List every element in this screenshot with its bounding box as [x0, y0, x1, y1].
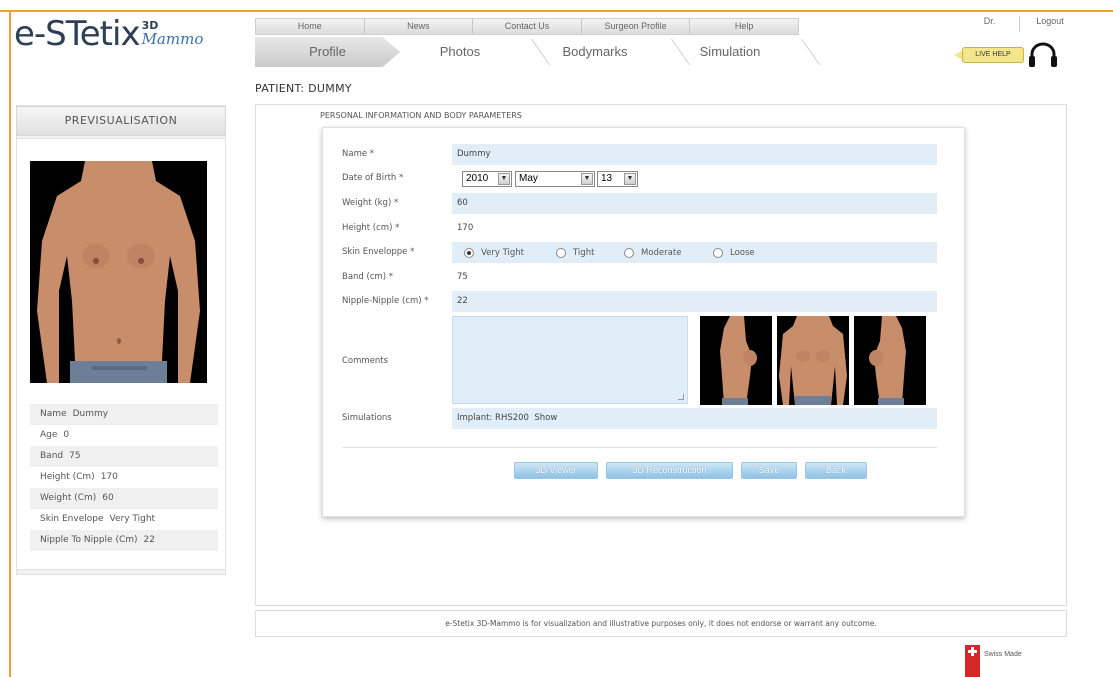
comments-textarea[interactable]: [452, 316, 688, 404]
summary-row-name: Name Dummy: [30, 404, 218, 425]
dob-year-select[interactable]: 2010 ▼: [462, 171, 512, 187]
dob-month-value: May: [519, 173, 538, 184]
dob-month-select[interactable]: May ▼: [515, 171, 595, 187]
radio-icon: [713, 247, 723, 258]
tab-profile-label: Profile: [309, 44, 346, 59]
user-name-link[interactable]: Dr.: [960, 16, 1020, 32]
nav-surgeon-profile-link[interactable]: Surgeon Profile: [582, 19, 691, 34]
form-row-simulations: Simulations Implant: RHS200 Show: [342, 408, 937, 429]
dob-day-value: 13: [601, 173, 613, 184]
live-help-label: LIVE HELP: [962, 47, 1024, 63]
radio-icon: [464, 247, 474, 258]
patient-front-photo-thumb: [777, 316, 849, 405]
implant-text: Implant: RHS200: [457, 413, 529, 423]
band-label: Band (cm) *: [342, 272, 394, 282]
patient-side-photo-left: [700, 316, 772, 405]
summary-row-height: Height (Cm) 170: [40, 472, 118, 482]
form-row-dob: Date of Birth * 2010 ▼ May ▼ 13 ▼: [342, 168, 937, 189]
nav-news-link[interactable]: News: [365, 19, 474, 34]
step-tabs: Profile Photos Bodymarks Simulation: [255, 37, 821, 67]
swiss-flag-icon: [965, 645, 980, 677]
summary-row-skin-envelope: Skin Envelope Very Tight: [40, 514, 156, 524]
nipple-label: Nipple-Nipple (cm) *: [342, 296, 429, 306]
skin-radio-group: [452, 242, 937, 263]
patient-summary: Name Dummy Age 0 Band 75 Height (Cm) 170 Wei…: [30, 404, 218, 551]
form-row-band: Band (cm) * 75: [342, 267, 937, 288]
save-button[interactable]: Save: [741, 462, 797, 479]
radio-icon: [556, 247, 566, 258]
disclaimer-footer: e-Stetix 3D-Mammo is for visualization a…: [255, 610, 1067, 637]
form-row-name: Name * Dummy: [342, 144, 937, 165]
tab-photos[interactable]: Photos: [395, 37, 525, 67]
band-field[interactable]: 75: [452, 267, 937, 288]
logout-link[interactable]: Logout: [1020, 16, 1080, 32]
summary-row-weight: Weight (Cm) 60: [30, 488, 218, 509]
patient-front-photo: [30, 161, 207, 383]
dob-year-value: 2010: [466, 173, 489, 184]
app-logo[interactable]: e-STetix 3D Mammo: [14, 16, 203, 56]
dob-label: Date of Birth *: [342, 173, 404, 183]
height-label: Height (cm) *: [342, 223, 400, 233]
show-simulation-link[interactable]: Show: [534, 413, 557, 423]
live-help-button[interactable]: LIVE HELP: [950, 42, 1070, 68]
height-field[interactable]: 170: [452, 218, 937, 239]
preview-heading: PREVISUALISATION: [16, 106, 226, 136]
user-menu: Dr. Logout: [960, 16, 1090, 32]
swiss-made-label: Swiss Made: [984, 651, 1022, 658]
left-border: [9, 10, 11, 677]
comments-label: Comments: [342, 356, 389, 366]
summary-row-nipple: Nipple To Nipple (Cm) 22: [30, 530, 218, 551]
patient-side-photo-right: [854, 316, 926, 405]
name-label: Name *: [342, 149, 375, 159]
tab-simulation-label: Simulation: [699, 44, 761, 59]
resize-grip-icon[interactable]: [678, 394, 684, 400]
headphones-icon: [1029, 42, 1057, 67]
logo-wordmark: e-STetix: [14, 14, 141, 54]
summary-row-age: Age 0: [40, 430, 70, 440]
section-title: PERSONAL INFORMATION AND BODY PARAMETERS: [320, 111, 522, 120]
nav-help-link[interactable]: Help: [690, 19, 798, 34]
weight-field[interactable]: 60: [452, 193, 937, 214]
form-row-nipple: Nipple-Nipple (cm) * 22: [342, 291, 937, 312]
weight-label: Weight (kg) *: [342, 198, 399, 208]
logo-mammo-label: Mammo: [141, 30, 204, 48]
nipple-field[interactable]: 22: [452, 291, 937, 312]
chevron-down-icon: ▼: [581, 173, 593, 185]
name-field[interactable]: Dummy: [452, 144, 937, 165]
swiss-made-badge: Swiss Made: [965, 645, 1022, 677]
tab-bodymarks-label: Bodymarks: [562, 44, 628, 59]
tab-simulation[interactable]: Simulation: [665, 37, 795, 67]
simulations-value: Implant: RHS200 Show: [452, 408, 937, 429]
form-row-height: Height (cm) * 170: [342, 218, 937, 239]
3d-reconstruction-button[interactable]: 3D Reconstruction: [606, 462, 733, 479]
skin-label: Skin Enveloppe *: [342, 247, 415, 257]
chevron-down-icon: ▼: [498, 173, 510, 185]
page-title: PATIENT: DUMMY: [255, 82, 352, 95]
nav-home-link[interactable]: Home: [256, 19, 365, 34]
top-nav: Home News Contact Us Surgeon Profile Hel…: [255, 18, 799, 35]
form-divider: [342, 447, 937, 448]
skin-option-moderate[interactable]: Moderate: [624, 242, 681, 263]
chevron-down-icon: ▼: [624, 173, 636, 185]
dob-day-select[interactable]: 13 ▼: [597, 171, 638, 187]
form-row-skin: Skin Enveloppe * Very Tight Tight Modera…: [342, 242, 937, 263]
tab-profile[interactable]: Profile: [255, 37, 400, 67]
header-border: [0, 10, 1113, 12]
tab-bodymarks[interactable]: Bodymarks: [525, 37, 665, 67]
nav-contact-link[interactable]: Contact Us: [473, 19, 582, 34]
skin-option-loose[interactable]: Loose: [713, 242, 755, 263]
tab-photos-label: Photos: [439, 44, 481, 59]
form-row-weight: Weight (kg) * 60: [342, 193, 937, 214]
skin-option-tight[interactable]: Tight: [556, 242, 594, 263]
summary-row-band: Band 75: [30, 446, 218, 467]
radio-icon: [624, 247, 634, 258]
simulations-label: Simulations: [342, 413, 392, 423]
back-button[interactable]: Back: [805, 462, 867, 479]
skin-option-very-tight[interactable]: Very Tight: [464, 242, 524, 263]
3d-viewer-button[interactable]: 3D Viewer: [514, 462, 598, 479]
